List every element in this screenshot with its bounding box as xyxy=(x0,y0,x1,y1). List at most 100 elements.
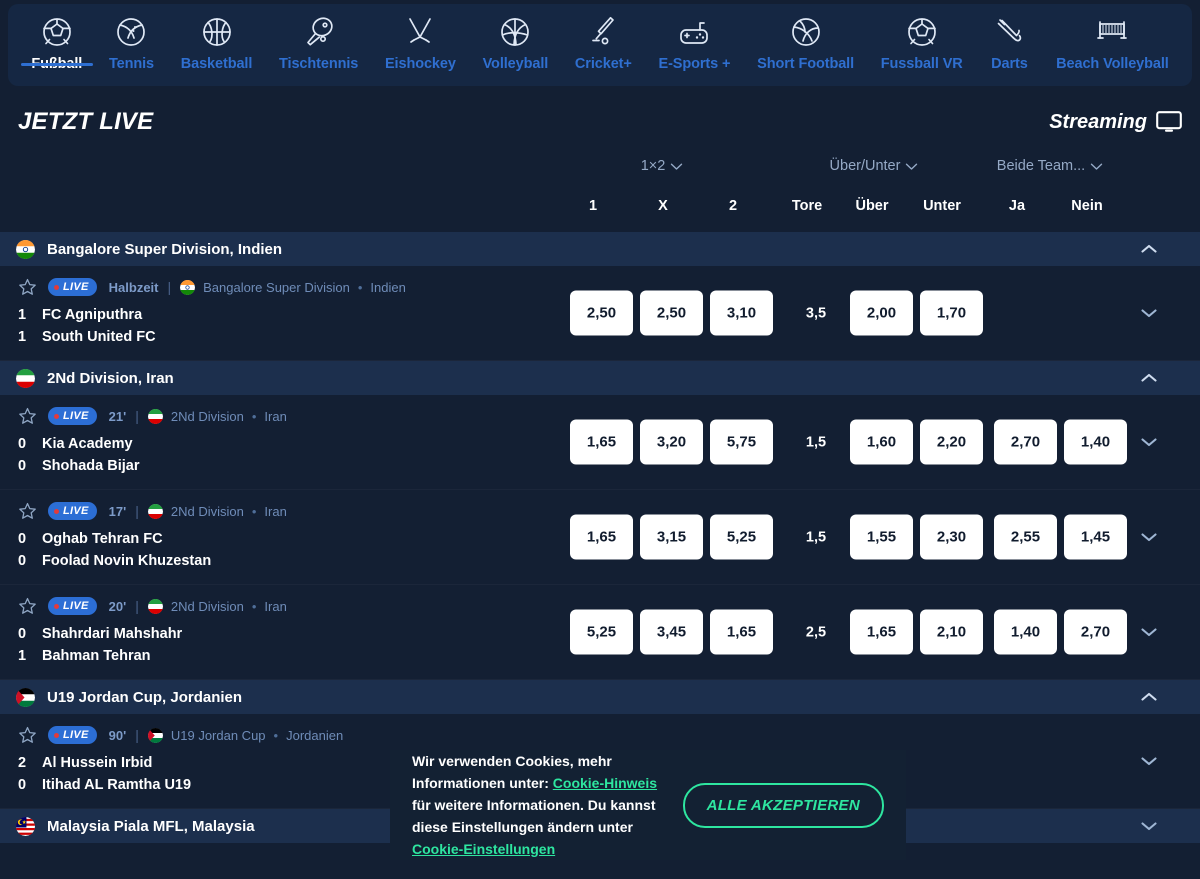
column-header-über: Über xyxy=(855,198,889,214)
column-header-tore: Tore xyxy=(791,198,823,214)
chevron-down-icon[interactable] xyxy=(1140,436,1158,448)
odd-button-1x2-2[interactable]: 3,45 xyxy=(640,609,703,655)
gamepad-icon xyxy=(674,12,714,52)
total-goals-line: 1,5 xyxy=(805,434,827,450)
streaming-label: Streaming xyxy=(1049,110,1147,133)
cookie-einstellungen-link[interactable]: Cookie-Einstellungen xyxy=(412,841,555,857)
sport-tab-label: E-Sports + xyxy=(658,56,731,72)
cookie-text: Wir verwenden Cookies, mehr Informatione… xyxy=(412,750,665,860)
odd-button-1x2-2[interactable]: 3,20 xyxy=(640,419,703,465)
short-football-icon xyxy=(786,12,826,52)
cookie-hinweis-link[interactable]: Cookie-Hinweis xyxy=(553,775,657,791)
odd-button-btts-2[interactable]: 1,45 xyxy=(1064,514,1127,560)
odd-button-overunder-2[interactable]: 2,20 xyxy=(920,419,983,465)
chevron-down-icon[interactable] xyxy=(1140,755,1158,767)
column-group-3[interactable]: Beide Team... xyxy=(990,158,1110,174)
odd-button-1x2-3[interactable]: 5,25 xyxy=(710,514,773,560)
sport-tab-fussball-vr[interactable]: Fussball VR xyxy=(867,4,976,72)
odd-button-overunder-2[interactable]: 1,70 xyxy=(920,290,983,336)
soccer-ball-icon xyxy=(37,12,77,52)
odd-button-overunder-2[interactable]: 2,10 xyxy=(920,609,983,655)
sport-tab-label: Beach Volleyball xyxy=(1056,56,1169,72)
accept-all-cookies-button[interactable]: ALLE AKZEPTIEREN xyxy=(682,782,884,828)
cricket-bat-icon xyxy=(583,12,623,52)
league-header[interactable]: Bangalore Super Division, Indien xyxy=(0,232,1200,266)
league-flag-icon xyxy=(16,687,35,707)
live-dot-icon xyxy=(54,603,59,609)
odd-button-overunder-1[interactable]: 2,00 xyxy=(850,290,913,336)
sport-tab-cricket[interactable]: Cricket+ xyxy=(562,4,646,72)
odd-button-btts-2[interactable]: 2,70 xyxy=(1064,609,1127,655)
odd-button-1x2-2[interactable]: 2,50 xyxy=(640,290,703,336)
league-name: U19 Jordan Cup, Jordanien xyxy=(47,688,243,706)
chevron-down-icon[interactable] xyxy=(1140,531,1158,543)
odds-group: 1,65 3,15 5,25 1,5 1,55 2,30 2,55 1,45 xyxy=(0,514,1200,560)
sport-tab-label: Basketball xyxy=(180,56,253,72)
total-goals-line: 1,5 xyxy=(805,529,827,545)
chevron-down-icon xyxy=(670,162,683,171)
live-dot-icon xyxy=(54,508,59,514)
sport-tab-basketball[interactable]: Basketball xyxy=(167,4,265,72)
odd-button-1x2-3[interactable]: 1,65 xyxy=(710,609,773,655)
odd-button-overunder-2[interactable]: 2,30 xyxy=(920,514,983,560)
beach-volleyball-net-icon xyxy=(1092,12,1132,52)
odds-group: 1,65 3,20 5,75 1,5 1,60 2,20 2,70 1,40 xyxy=(0,419,1200,465)
sport-tab-beach-volleyball[interactable]: Beach Volleyball xyxy=(1043,4,1182,72)
sport-tab-eishockey[interactable]: Eishockey xyxy=(372,4,470,72)
odd-button-1x2-1[interactable]: 5,25 xyxy=(570,609,633,655)
odd-button-btts-2[interactable]: 1,40 xyxy=(1064,419,1127,465)
sport-tab-tischtennis[interactable]: Tischtennis xyxy=(266,4,372,72)
league-name: Malaysia Piala MFL, Malaysia xyxy=(47,817,255,835)
match-row[interactable]: LIVE 21' | 2Nd Division • Iran 0 Kia Academy 0 Sh… xyxy=(0,395,1200,490)
sport-tab-volleyball[interactable]: Volleyball xyxy=(469,4,561,72)
chevron-up-icon[interactable] xyxy=(1140,691,1158,703)
sport-tab-label: Cricket+ xyxy=(574,56,632,72)
column-header-unter: Unter xyxy=(923,198,961,214)
streaming-toggle[interactable]: Streaming xyxy=(1049,111,1182,134)
chevron-down-icon xyxy=(905,162,918,171)
odd-button-overunder-1[interactable]: 1,60 xyxy=(850,419,913,465)
page-title: JETZT LIVE xyxy=(18,108,154,135)
match-row[interactable]: LIVE Halbzeit | Bangalore Super Division • In… xyxy=(0,266,1200,361)
league-header[interactable]: U19 Jordan Cup, Jordanien xyxy=(0,680,1200,714)
sport-tab-short-football[interactable]: Short Football xyxy=(744,4,868,72)
odd-button-1x2-1[interactable]: 1,65 xyxy=(570,419,633,465)
sport-tab-label: Darts xyxy=(991,56,1028,72)
chevron-down-icon[interactable] xyxy=(1140,626,1158,638)
column-group-1[interactable]: 1×2 xyxy=(602,158,722,174)
sport-tab-e-sports[interactable]: E-Sports + xyxy=(645,4,744,72)
chevron-up-icon[interactable] xyxy=(1140,372,1158,384)
league-header[interactable]: 2Nd Division, Iran xyxy=(0,361,1200,395)
odd-button-1x2-1[interactable]: 1,65 xyxy=(570,514,633,560)
column-header-1: 1 xyxy=(588,198,598,214)
chevron-down-icon[interactable] xyxy=(1140,307,1158,319)
odd-button-1x2-3[interactable]: 3,10 xyxy=(710,290,773,336)
chevron-down-icon[interactable] xyxy=(1140,820,1158,832)
match-row[interactable]: LIVE 17' | 2Nd Division • Iran 0 Oghab Tehran F… xyxy=(0,490,1200,585)
sport-tab-fu-ball[interactable]: Fußball xyxy=(18,4,96,72)
sport-tab-tennis[interactable]: Tennis xyxy=(96,4,168,72)
column-header-x: X xyxy=(658,198,668,214)
cookie-line-1: Wir verwenden Cookies, mehr xyxy=(412,753,612,769)
column-group-2[interactable]: Über/Unter xyxy=(814,158,934,174)
odd-button-btts-1[interactable]: 2,70 xyxy=(994,419,1057,465)
cookie-banner: Wir verwenden Cookies, mehr Informatione… xyxy=(390,750,906,860)
sport-tab-darts[interactable]: Darts xyxy=(976,4,1043,72)
sport-tab-label: Volleyball xyxy=(482,56,549,72)
chevron-up-icon[interactable] xyxy=(1140,243,1158,255)
odd-button-overunder-1[interactable]: 1,65 xyxy=(850,609,913,655)
odd-button-btts-1[interactable]: 1,40 xyxy=(994,609,1057,655)
sport-tab-label: Eishockey xyxy=(384,56,456,72)
odd-button-btts-1[interactable]: 2,55 xyxy=(994,514,1057,560)
column-header-ja: Ja xyxy=(1008,198,1026,214)
odd-button-1x2-1[interactable]: 2,50 xyxy=(570,290,633,336)
odd-button-overunder-1[interactable]: 1,55 xyxy=(850,514,913,560)
odds-group: 2,50 2,50 3,10 3,5 2,00 1,70 xyxy=(0,290,1200,336)
odd-button-1x2-3[interactable]: 5,75 xyxy=(710,419,773,465)
match-row[interactable]: LIVE 20' | 2Nd Division • Iran 0 Shahrdari Mahs… xyxy=(0,585,1200,680)
monitor-icon xyxy=(1156,111,1182,133)
league-flag-icon xyxy=(16,816,35,836)
cookie-line-3: für weitere Informationen. Du kannst xyxy=(412,797,656,813)
odd-button-1x2-2[interactable]: 3,15 xyxy=(640,514,703,560)
cookie-line-2: Informationen unter: xyxy=(412,775,553,791)
